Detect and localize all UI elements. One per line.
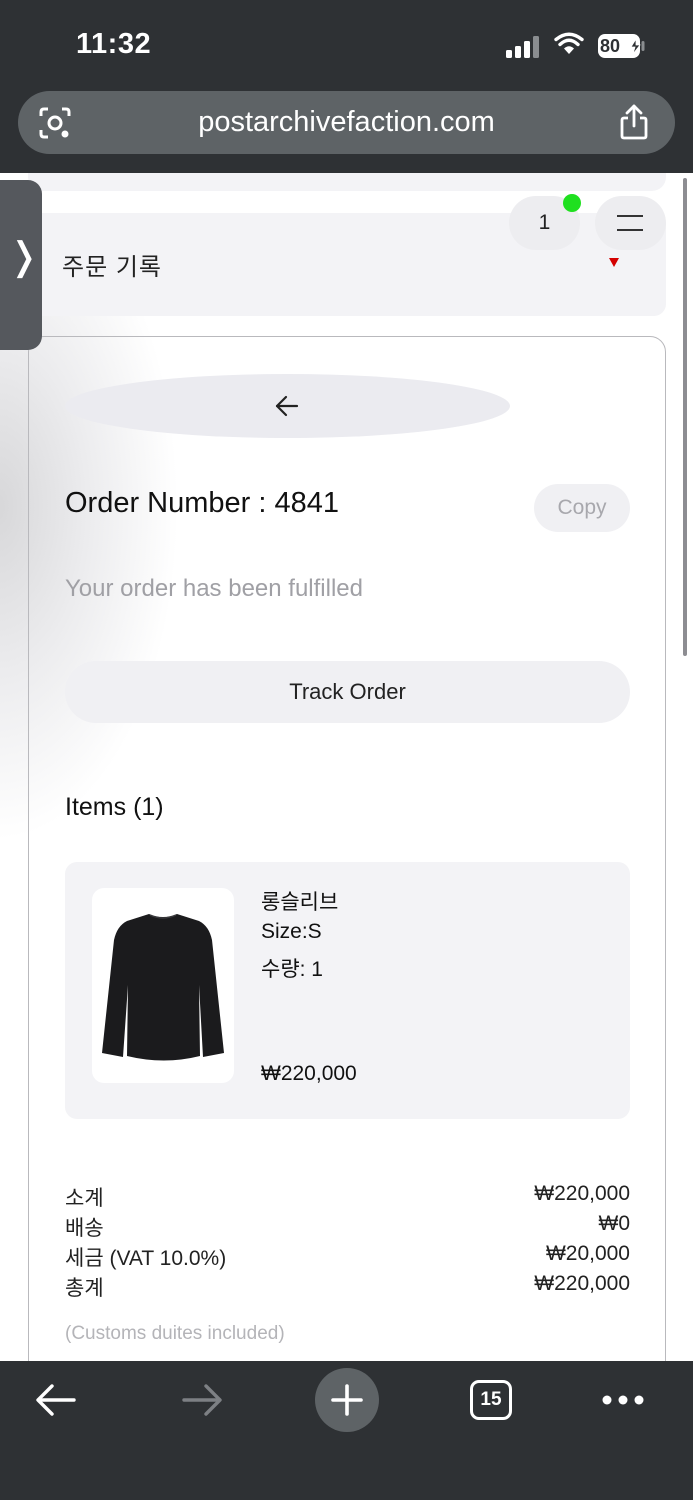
browser-bottom-toolbar: 15: [0, 1361, 693, 1500]
tab-switcher-button[interactable]: 15: [470, 1380, 512, 1420]
summary-value: ₩220,000: [534, 1272, 630, 1295]
summary-label: 배송: [65, 1217, 104, 1240]
summary-row-total: 총계 ₩220,000: [65, 1272, 630, 1302]
arrow-left-icon: [275, 395, 299, 417]
summary-value: ₩0: [598, 1212, 631, 1235]
url-bar[interactable]: postarchivefaction.com: [18, 91, 675, 154]
chevron-right-icon: ❭: [8, 236, 40, 278]
item-name: 롱슬리브: [261, 891, 339, 914]
summary-row-subtotal: 소계 ₩220,000: [65, 1182, 630, 1212]
summary-value: ₩220,000: [534, 1182, 630, 1205]
page-title: 주문 기록: [62, 254, 162, 281]
scrollbar[interactable]: [683, 178, 687, 656]
status-time: 11:32: [76, 28, 152, 60]
summary-label: 총계: [65, 1277, 104, 1300]
header-card: 주문 기록 1: [28, 194, 666, 316]
customs-note: (Customs duites included): [65, 1323, 285, 1344]
side-expand-tab[interactable]: ❭: [0, 180, 42, 350]
new-tab-button[interactable]: [315, 1368, 379, 1432]
back-button[interactable]: [65, 374, 510, 438]
browser-top-bar: 11:32 80 postarchivefaction.com: [0, 0, 693, 173]
plus-icon: [331, 1384, 363, 1416]
cart-notification-dot: [563, 194, 581, 212]
track-order-button[interactable]: Track Order: [65, 661, 630, 723]
long-sleeve-shirt-image: [102, 914, 224, 1061]
copy-button[interactable]: Copy: [534, 484, 630, 532]
item-quantity: 수량: 1: [261, 958, 323, 981]
wifi-icon: [554, 32, 584, 54]
product-image[interactable]: [92, 888, 234, 1083]
more-options-icon[interactable]: [601, 1391, 645, 1409]
top-strip: [28, 173, 666, 191]
order-number: Order Number : 4841: [65, 487, 340, 519]
summary-label: 세금 (VAT 10.0%): [65, 1247, 227, 1270]
order-detail-card: Order Number : 4841 Copy Your order has …: [28, 336, 666, 1361]
cellular-signal-icon: [506, 36, 539, 58]
forward-arrow-icon[interactable]: [180, 1381, 224, 1419]
summary-label: 소계: [65, 1187, 104, 1210]
summary-value: ₩20,000: [545, 1242, 630, 1265]
battery-icon: 80: [597, 33, 645, 59]
dropdown-caret-icon[interactable]: [609, 258, 619, 267]
battery-level: 80: [600, 36, 621, 56]
item-size: Size:S: [261, 920, 322, 943]
share-icon[interactable]: [619, 104, 649, 140]
list-item[interactable]: 롱슬리브 Size:S 수량: 1 ₩220,000: [65, 862, 630, 1119]
order-status: Your order has been fulfilled: [65, 575, 363, 602]
url-text[interactable]: postarchivefaction.com: [18, 91, 675, 154]
summary-row-tax: 세금 (VAT 10.0%) ₩20,000: [65, 1242, 630, 1272]
hamburger-menu-icon: [617, 215, 643, 231]
items-heading: Items (1): [65, 793, 164, 821]
web-page: ❭ 주문 기록 1 Order Number : 4841 Copy Your …: [0, 173, 693, 1361]
back-arrow-icon[interactable]: [34, 1381, 78, 1419]
menu-button[interactable]: [595, 196, 666, 250]
summary-row-shipping: 배송 ₩0: [65, 1212, 630, 1242]
item-price: ₩220,000: [261, 1062, 357, 1085]
